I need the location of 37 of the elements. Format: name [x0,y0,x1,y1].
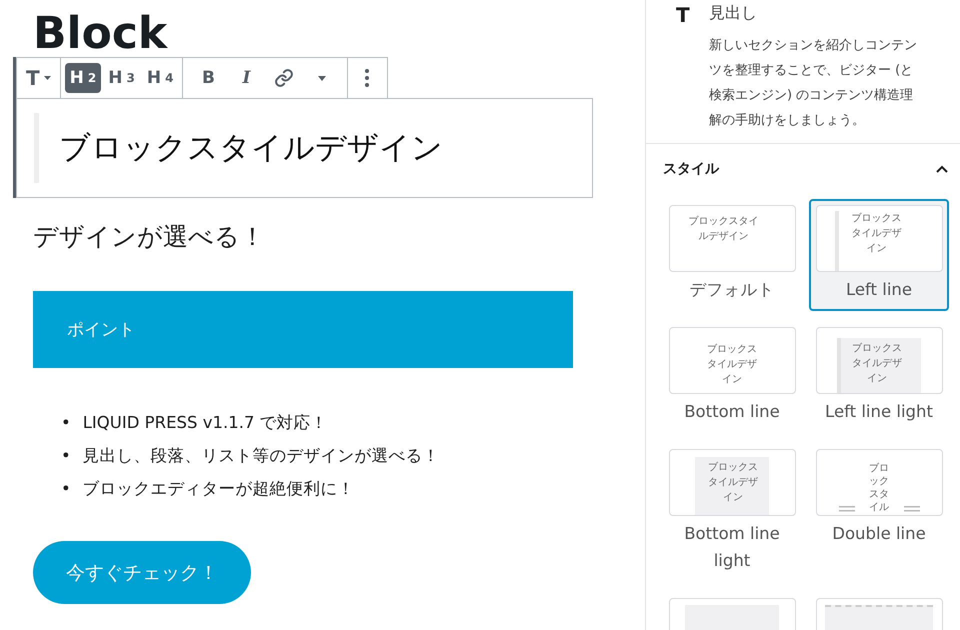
heading-block[interactable]: ブロックスタイルデザイン [16,98,593,198]
list-item: LIQUID PRESS v1.1.7 で対応！ [82,412,328,434]
bullet-marker: • [61,445,71,467]
list-item: 見出し、段落、リスト等のデザインが選べる！ [82,445,440,467]
preview-text: ブロックスタイルデザイン [851,342,903,386]
double-rule-icon [904,506,920,512]
paragraph-text: デザインが選べる！ [33,221,266,253]
style-option[interactable]: ブロックスタイル Double line [809,443,949,582]
point-box: ポイント [33,291,573,368]
preview-text: ブロックスタイルデザイン [707,460,759,505]
list-item: ブロックエディターが超絶便利に！ [82,478,355,500]
preview-text: ブロックスタイルデザイン [688,214,760,244]
style-option[interactable]: ブロックスタイルデザイン Left line [809,199,949,311]
block-type-button[interactable]: T [21,63,56,93]
italic-button[interactable]: I [231,63,262,93]
style-option[interactable]: ブロックスタイルデザイン Left line light [809,321,949,433]
double-rule-icon [838,506,854,512]
style-option[interactable]: ブロックスタイルデザイン デフォルト [662,199,802,311]
block-description: 新しいセクションを紹介しコンテンツを整理することで、ビジター (と検索エンジン) のコンテンツ構造理解の手助けをしましょう。 [709,37,918,130]
preview-text: ブロックスタイルデザイン [706,342,758,387]
styles-panel-toggle[interactable]: スタイル [646,144,960,178]
heading-text: ブロックスタイルデザイン [34,113,443,183]
preview-text: ブロックスタイルデザイン [850,212,902,256]
block-name: 見出し [709,3,758,24]
page-title: Block [33,14,169,54]
heading-icon: T [676,3,706,27]
bullet-marker: • [61,412,71,434]
style-option[interactable]: ブロックスタイルデザイン Bottom line light [662,443,802,582]
chevron-icon [936,165,948,173]
caret-icon [318,76,326,80]
preview-text: ブロックスタイル [868,462,890,514]
bold-button[interactable]: B [193,63,224,93]
bullet-marker: • [61,478,71,500]
caret-icon [44,76,51,80]
style-option[interactable]: ブロックスタイルデザイン Bottom line [662,321,802,433]
link-icon [274,68,294,88]
more-icon [365,69,370,87]
